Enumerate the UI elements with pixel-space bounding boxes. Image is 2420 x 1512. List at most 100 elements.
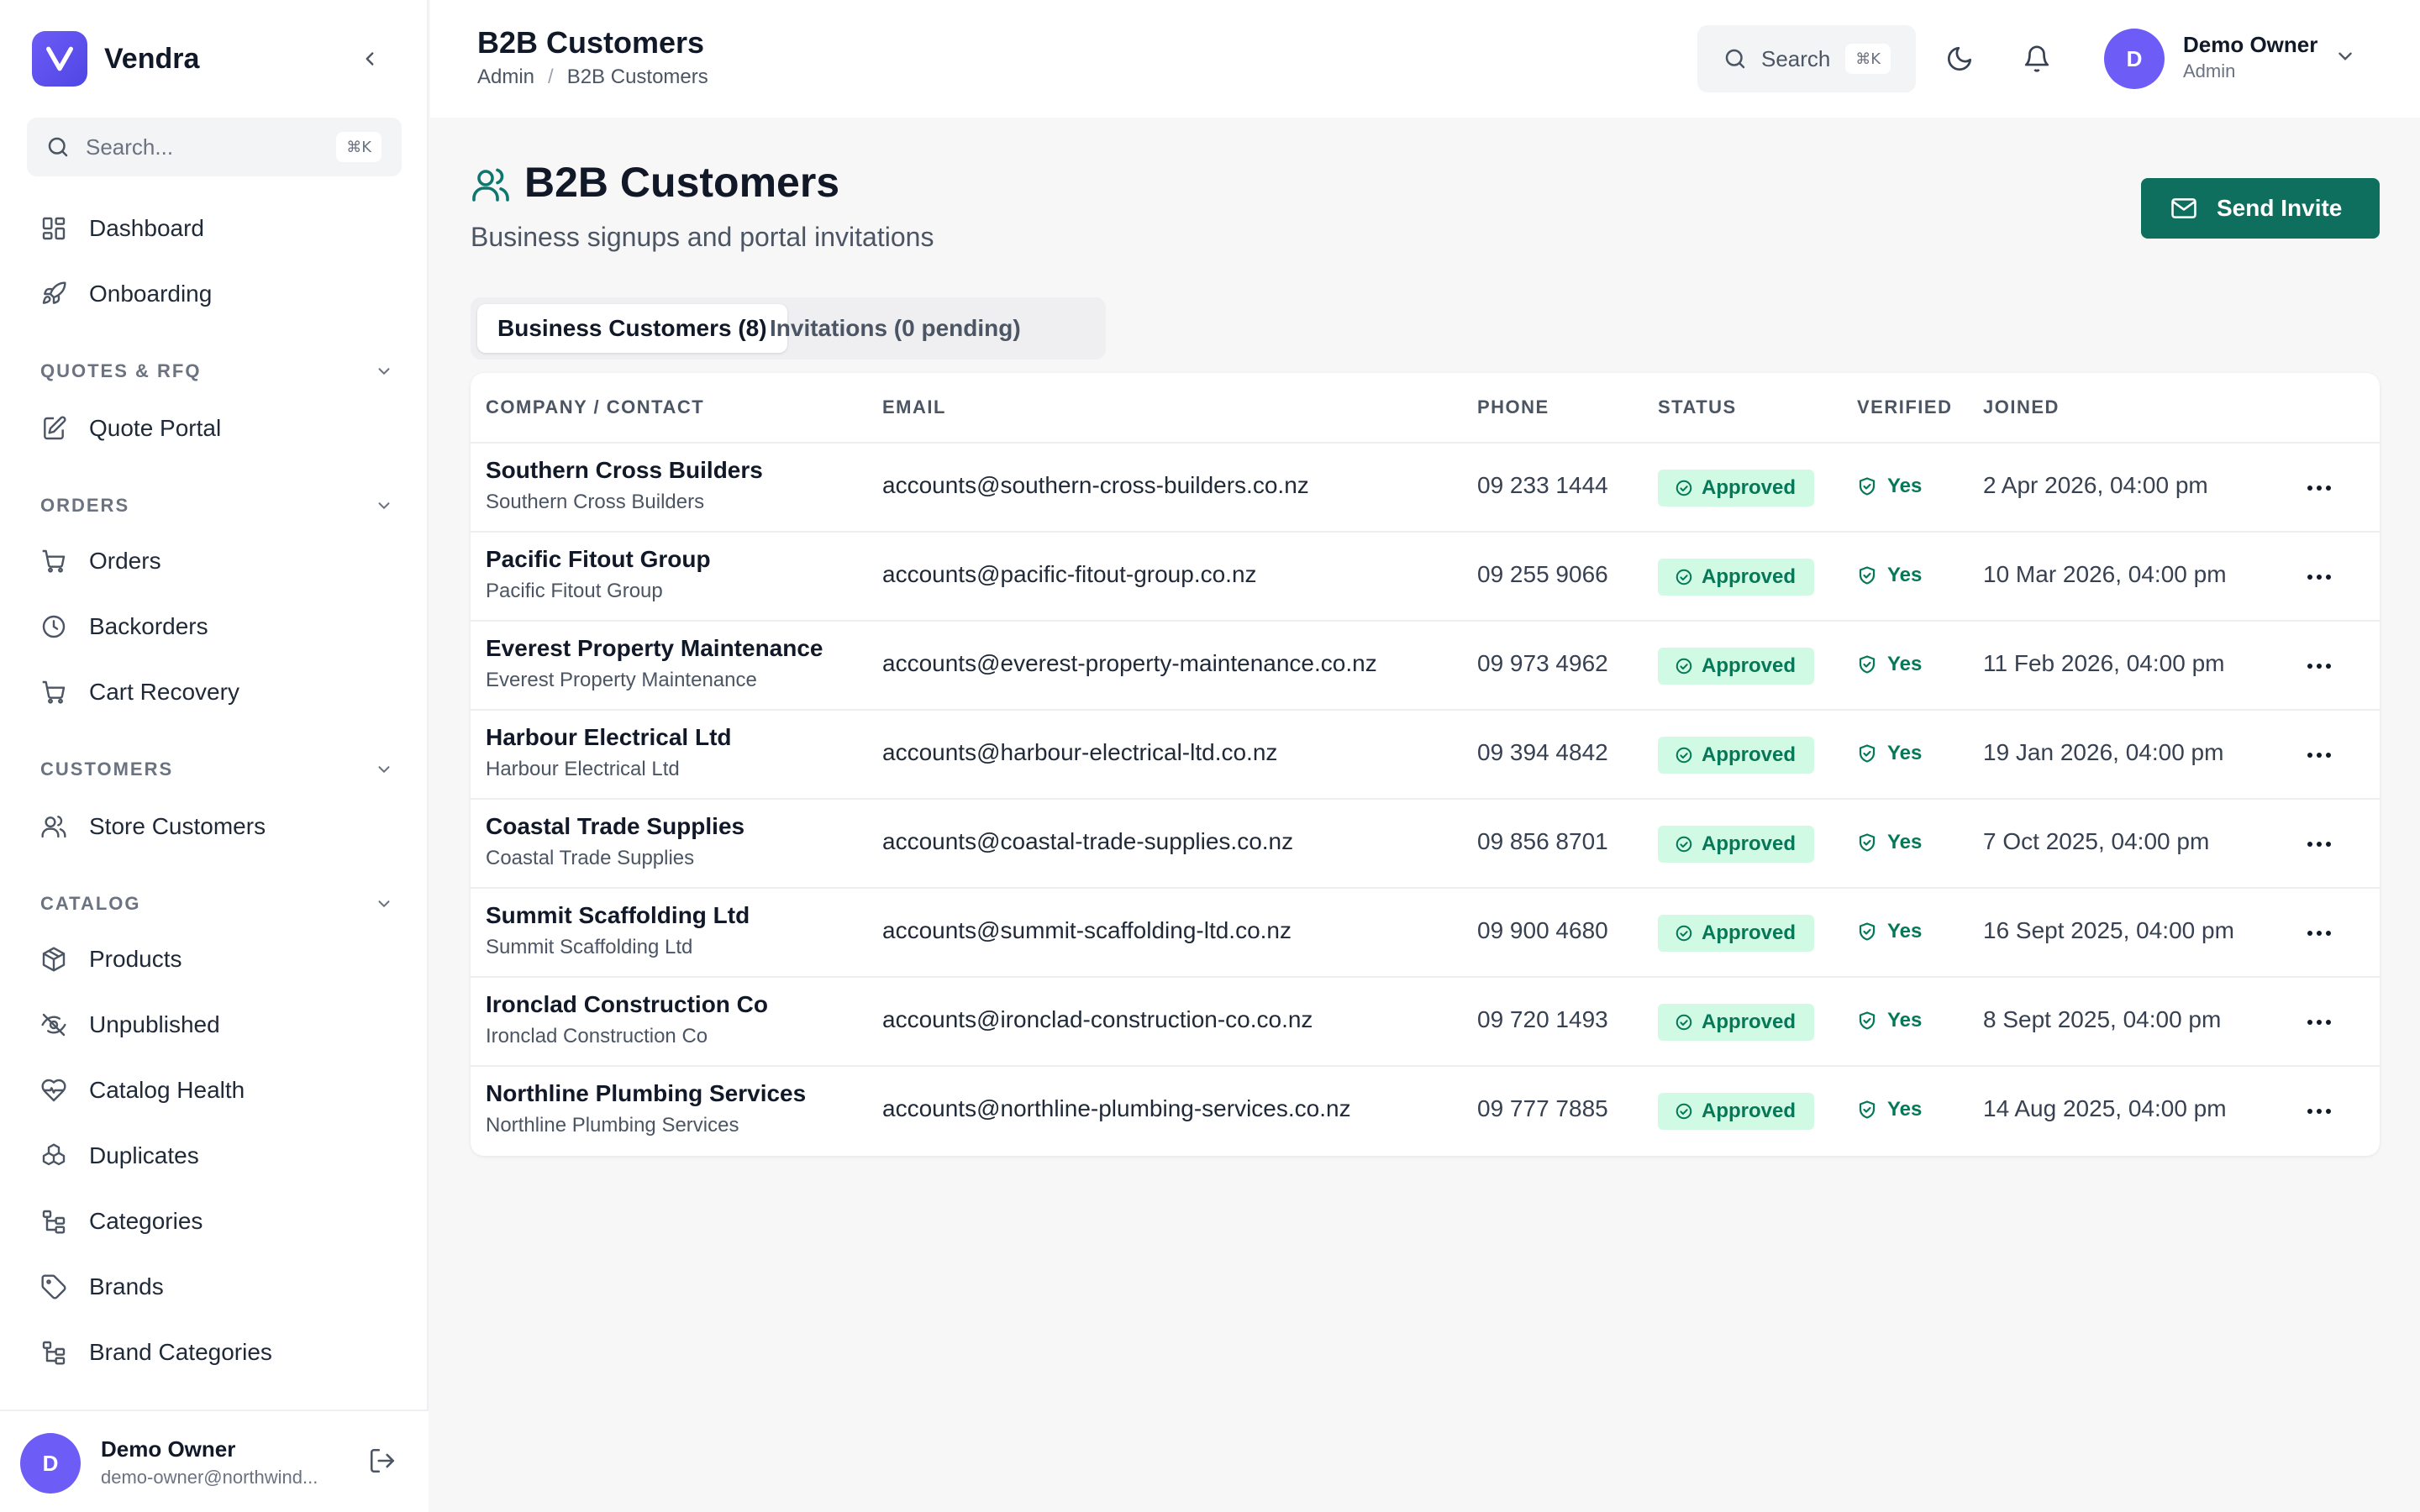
company-name[interactable]: Harbour Electrical Ltd [486, 724, 732, 751]
phone-cell: 09 233 1444 [1477, 472, 1608, 498]
phone-cell: 09 255 9066 [1477, 561, 1608, 587]
sidebar-item-cart-recovery[interactable]: Cart Recovery [27, 664, 402, 721]
more-actions-icon[interactable] [2302, 475, 2336, 501]
sidebar-item-label: Quote Portal [89, 415, 222, 441]
contact-name: Ironclad Construction Co [486, 1025, 708, 1047]
notifications-button[interactable] [2020, 42, 2054, 76]
company-name[interactable]: Summit Scaffolding Ltd [486, 902, 750, 929]
more-actions-icon[interactable] [2302, 743, 2336, 768]
brand[interactable]: Vendra [32, 30, 199, 87]
company-name[interactable]: Ironclad Construction Co [486, 991, 768, 1018]
brand-name: Vendra [104, 42, 200, 75]
sidebar-item-label: Store Customers [89, 813, 266, 839]
section-customers[interactable]: CUSTOMERS [40, 753, 393, 786]
sidebar-item-label: Brands [89, 1273, 164, 1299]
status-label: Approved [1702, 1011, 1797, 1033]
table-row[interactable]: Coastal Trade Supplies Coastal Trade Supp… [471, 800, 2380, 889]
page-title: B2B Customers [524, 159, 840, 206]
phone-cell: 09 900 4680 [1477, 917, 1608, 943]
avatar[interactable]: D [20, 1433, 81, 1494]
sidebar-item-quote-portal[interactable]: Quote Portal [27, 400, 402, 457]
phone-cell: 09 856 8701 [1477, 828, 1608, 854]
avatar[interactable]: D [2104, 29, 2165, 89]
tab-business-customers[interactable]: Business Customers (8) [477, 304, 787, 353]
users-icon [471, 165, 511, 205]
tag-icon [39, 1272, 69, 1302]
table-row[interactable]: Summit Scaffolding Ltd Summit Scaffolding… [471, 889, 2380, 978]
more-actions-icon[interactable] [2302, 832, 2336, 857]
collapse-sidebar-button[interactable] [353, 42, 387, 76]
company-name[interactable]: Northline Plumbing Services [486, 1080, 806, 1107]
sidebar-user-email: demo-owner@northwind... [101, 1467, 318, 1488]
company-name[interactable]: Coastal Trade Supplies [486, 813, 744, 840]
sidebar-item-brands[interactable]: Brands [27, 1258, 402, 1315]
sidebar-item-categories[interactable]: Categories [27, 1193, 402, 1250]
section-quotes-rfq[interactable]: QUOTES & RFQ [40, 354, 393, 388]
table-row[interactable]: Southern Cross Builders Southern Cross Bu… [471, 444, 2380, 533]
send-invite-button[interactable]: Send Invite [2141, 178, 2380, 239]
shield-check-icon [1857, 921, 1877, 942]
sidebar-item-brand-categories[interactable]: Brand Categories [27, 1324, 402, 1381]
sidebar-item-catalog-health[interactable]: Catalog Health [27, 1062, 402, 1119]
email-cell: accounts@pacific-fitout-group.co.nz [882, 561, 1257, 587]
table-row[interactable]: Northline Plumbing Services Northline Plu… [471, 1067, 2380, 1156]
sidebar-user: D Demo Owner demo-owner@northwind... [0, 1410, 429, 1512]
table-row[interactable]: Pacific Fitout Group Pacific Fitout Group… [471, 533, 2380, 622]
sidebar-item-duplicates[interactable]: Duplicates [27, 1127, 402, 1184]
email-cell: accounts@summit-scaffolding-ltd.co.nz [882, 917, 1292, 943]
chevron-down-icon [375, 496, 393, 515]
table-row[interactable]: Harbour Electrical Ltd Harbour Electrical… [471, 711, 2380, 800]
logout-icon[interactable] [368, 1446, 397, 1475]
more-actions-icon[interactable] [2302, 654, 2336, 679]
joined-cell: 19 Jan 2026, 04:00 pm [1983, 739, 2224, 765]
contact-name: Pacific Fitout Group [486, 580, 663, 602]
status-badge: Approved [1658, 470, 1815, 507]
table-row[interactable]: Everest Property Maintenance Everest Prop… [471, 622, 2380, 711]
company-name[interactable]: Everest Property Maintenance [486, 635, 823, 662]
sidebar-item-unpublished[interactable]: Unpublished [27, 996, 402, 1053]
heart-pulse-icon [39, 1075, 69, 1105]
phone-cell: 09 720 1493 [1477, 1006, 1608, 1032]
breadcrumb-admin[interactable]: Admin [477, 66, 534, 89]
check-circle-icon [1675, 1013, 1693, 1032]
page-subtitle: Business signups and portal invitations [471, 222, 934, 252]
contact-name: Summit Scaffolding Ltd [486, 936, 693, 958]
sidebar-item-store-customers[interactable]: Store Customers [27, 798, 402, 855]
status-badge: Approved [1658, 1093, 1815, 1130]
sidebar-item-backorders[interactable]: Backorders [27, 598, 402, 655]
more-actions-icon[interactable] [2302, 1099, 2336, 1124]
more-actions-icon[interactable] [2302, 921, 2336, 946]
column-header-verified: VERIFIED [1857, 396, 1953, 417]
moon-icon [1948, 46, 1972, 71]
sidebar-item-products[interactable]: Products [27, 931, 402, 988]
status-badge: Approved [1658, 648, 1815, 685]
eye-off-icon [39, 1010, 69, 1040]
more-actions-icon[interactable] [2302, 564, 2336, 590]
global-search-button[interactable]: Search ⌘K [1697, 25, 1916, 92]
users-icon [39, 811, 69, 842]
sidebar-item-orders[interactable]: Orders [27, 533, 402, 590]
sidebar-search-input[interactable]: Search... ⌘K [27, 118, 402, 176]
table-row[interactable]: Ironclad Construction Co Ironclad Constru… [471, 978, 2380, 1067]
contact-name: Everest Property Maintenance [486, 669, 757, 691]
contact-name: Harbour Electrical Ltd [486, 758, 680, 780]
breadcrumb-current: B2B Customers [566, 66, 708, 88]
status-label: Approved [1702, 743, 1797, 766]
sidebar-item-dashboard[interactable]: Dashboard [27, 200, 402, 257]
boxes-icon [39, 1141, 69, 1171]
chevron-down-icon[interactable] [2334, 45, 2356, 67]
sidebar-item-label: Orders [89, 548, 161, 574]
section-catalog[interactable]: CATALOG [40, 887, 393, 921]
theme-toggle-button[interactable] [1943, 42, 1976, 76]
sidebar-item-onboarding[interactable]: Onboarding [27, 265, 402, 323]
more-actions-icon[interactable] [2302, 1010, 2336, 1035]
tab-invitations[interactable]: Invitations (0 pending) [750, 304, 1041, 353]
section-title: CUSTOMERS [40, 759, 174, 780]
sidebar-item-label: Catalog Health [89, 1077, 245, 1103]
company-name[interactable]: Pacific Fitout Group [486, 546, 711, 573]
section-orders[interactable]: ORDERS [40, 489, 393, 522]
company-name[interactable]: Southern Cross Builders [486, 457, 763, 484]
email-cell: accounts@everest-property-maintenance.co… [882, 650, 1377, 676]
sidebar-search-placeholder: Search... [86, 134, 174, 160]
contact-name: Coastal Trade Supplies [486, 847, 695, 869]
